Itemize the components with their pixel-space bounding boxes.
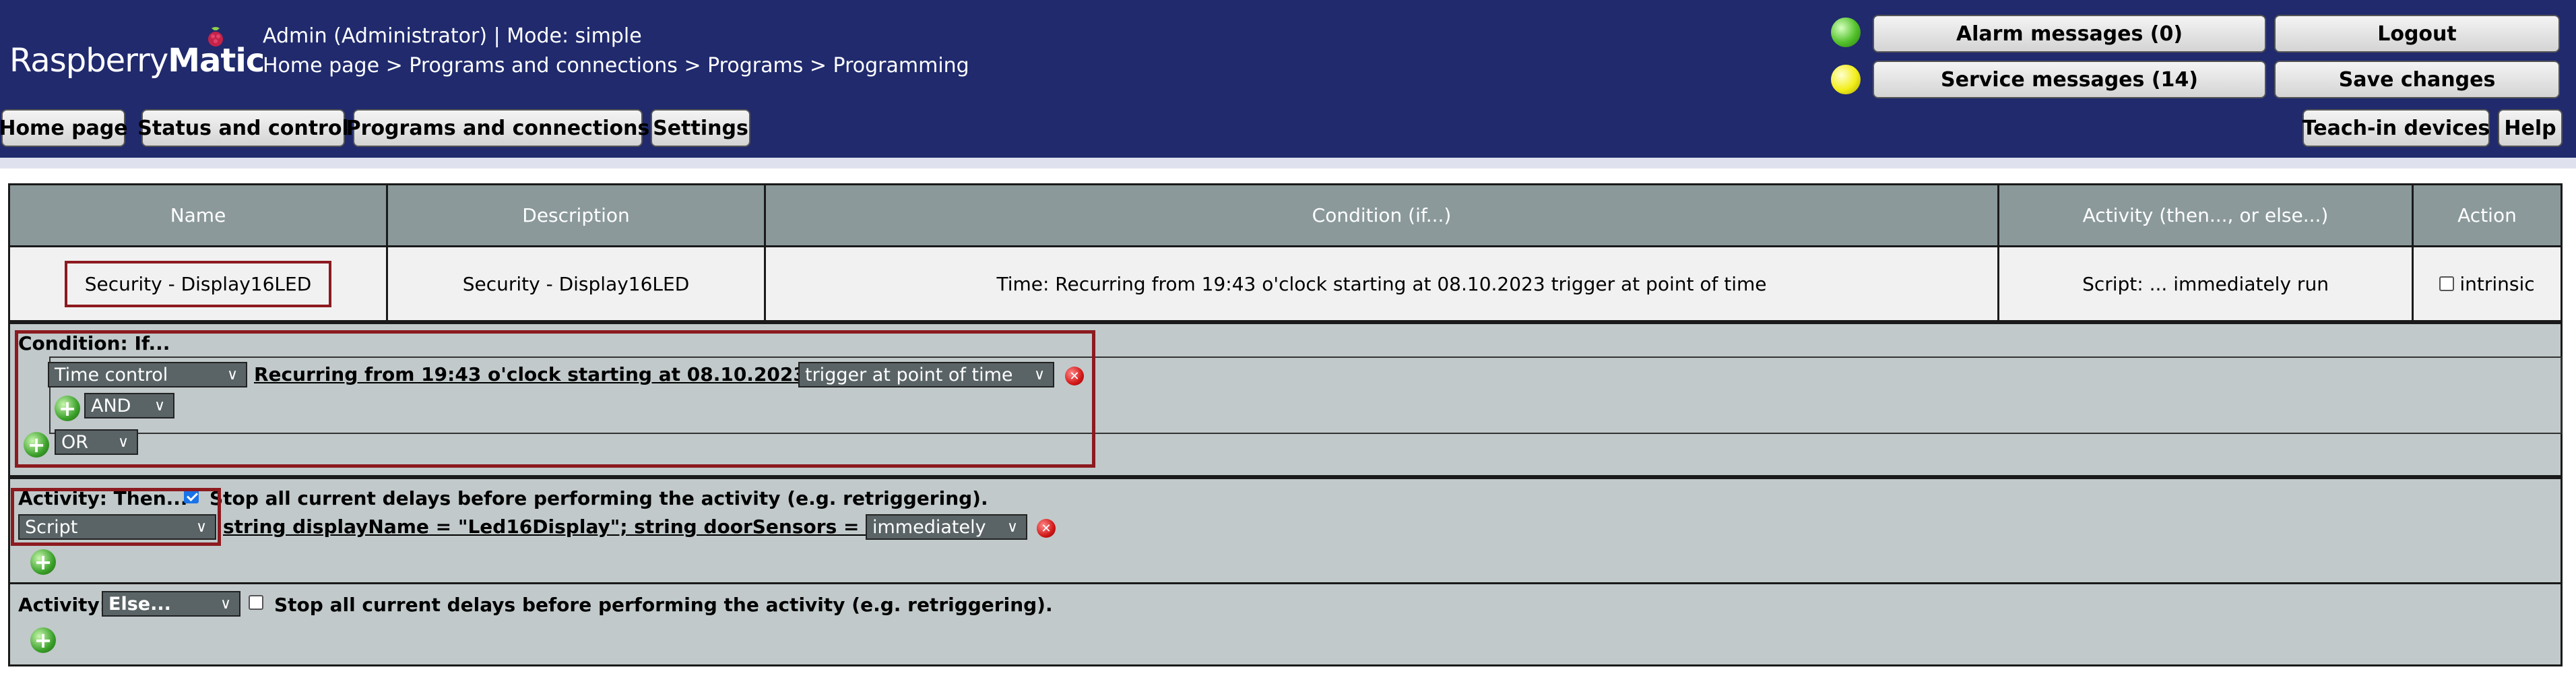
- alarm-status-led-icon: [1831, 18, 1861, 47]
- add-then-activity-icon[interactable]: +: [30, 549, 56, 575]
- program-action-cell: intrinsic: [2414, 247, 2561, 320]
- delete-activity-icon[interactable]: ✕: [1037, 519, 1056, 538]
- else-select-value: Else...: [108, 593, 171, 615]
- else-activity-title: Activity:: [18, 594, 107, 616]
- program-description-cell[interactable]: Security - Display16LED: [388, 247, 766, 320]
- then-stop-delays-label: Stop all current delays before performin…: [210, 487, 988, 509]
- logo-text-light: Raspberry: [9, 42, 168, 80]
- activity-type-highlight-frame: [11, 488, 221, 546]
- logout-button[interactable]: Logout: [2274, 15, 2560, 53]
- timing-select-value: immediately: [872, 516, 986, 538]
- alarm-messages-button[interactable]: Alarm messages (0): [1873, 15, 2266, 53]
- else-activity-panel: Activity: Else... ∨ Stop all current del…: [8, 582, 2563, 666]
- intrinsic-checkbox[interactable]: [2439, 276, 2455, 291]
- service-messages-button[interactable]: Service messages (14): [1873, 61, 2266, 98]
- else-stop-delays-checkbox[interactable]: [249, 595, 263, 610]
- else-select[interactable]: Else... ∨: [102, 591, 240, 617]
- program-table: Name Description Condition (if...) Activ…: [8, 183, 2563, 322]
- teach-in-devices-button[interactable]: Teach-in devices: [2303, 109, 2490, 147]
- table-header-row: Name Description Condition (if...) Activ…: [10, 185, 2561, 247]
- breadcrumb: Home page > Programs and connections > P…: [263, 54, 969, 77]
- nav-home-page-button[interactable]: Home page: [0, 109, 128, 147]
- then-activity-panel: Activity: Then... Stop all current delay…: [8, 477, 2563, 585]
- top-header: RaspberryMatic Admin (Administrator) | M…: [0, 0, 2576, 158]
- column-header-name: Name: [10, 185, 388, 245]
- service-status-led-icon: [1831, 65, 1861, 94]
- help-button[interactable]: Help: [2498, 109, 2563, 147]
- program-activity-cell: Script: ... immediately run: [1999, 247, 2414, 320]
- add-else-activity-icon[interactable]: +: [30, 627, 56, 653]
- nav-settings-button[interactable]: Settings: [651, 109, 750, 147]
- script-link[interactable]: string displayName = "Led16Display"; str…: [223, 516, 887, 538]
- raspberry-icon: [208, 27, 223, 46]
- user-mode-text: Admin (Administrator) | Mode: simple: [263, 24, 642, 48]
- table-row: Security - Display16LED Security - Displ…: [10, 247, 2561, 320]
- column-header-action: Action: [2457, 204, 2517, 226]
- program-condition-cell: Time: Recurring from 19:43 o'clock start…: [766, 247, 1999, 320]
- program-name-cell: Security - Display16LED: [10, 247, 388, 320]
- intrinsic-label: intrinsic: [2459, 272, 2535, 295]
- condition-highlight-frame: [15, 330, 1095, 468]
- column-header-activity: Activity (then..., or else...): [1999, 185, 2414, 245]
- nav-programs-connections-button[interactable]: Programs and connections: [346, 109, 649, 147]
- raspberrymatic-logo: RaspberryMatic: [9, 42, 265, 80]
- program-name-field[interactable]: Security - Display16LED: [64, 260, 332, 307]
- save-changes-button[interactable]: Save changes: [2274, 61, 2560, 98]
- else-stop-delays-label: Stop all current delays before performin…: [274, 594, 1053, 616]
- timing-select[interactable]: immediately ∨: [866, 514, 1027, 540]
- header-divider: [0, 158, 2576, 168]
- chevron-down-icon: ∨: [220, 595, 232, 613]
- column-header-condition: Condition (if...): [766, 185, 1999, 245]
- chevron-down-icon: ∨: [1006, 518, 1019, 536]
- column-header-description: Description: [388, 185, 766, 245]
- nav-status-control-button[interactable]: Status and control: [137, 109, 349, 147]
